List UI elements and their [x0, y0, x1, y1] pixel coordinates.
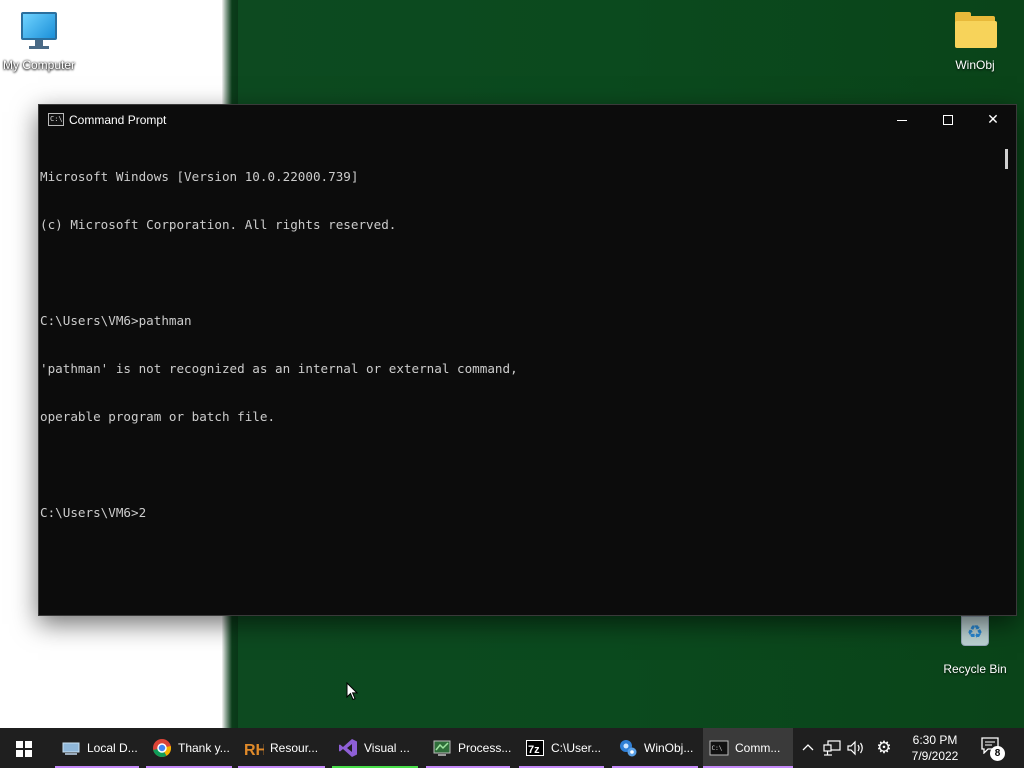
clock-date: 7/9/2022: [911, 749, 959, 763]
network-button[interactable]: [821, 728, 843, 768]
start-button[interactable]: [0, 728, 48, 768]
recycle-bin-icon: ♻: [951, 612, 999, 660]
desktop-icon-winobj[interactable]: WinObj: [937, 8, 1013, 72]
desktop-icon-label: WinObj: [955, 58, 995, 72]
scrollbar-thumb[interactable]: [1005, 149, 1008, 169]
network-icon: [823, 740, 841, 756]
desktop-icon-recycle-bin[interactable]: ♻ Recycle Bin: [937, 612, 1013, 676]
desktop-icon-my-computer[interactable]: My Computer: [1, 8, 77, 72]
taskbar-item-label: Resour...: [270, 741, 319, 755]
console-icon: C:\: [709, 740, 729, 756]
taskbar-item-label: Visual ...: [364, 741, 410, 755]
command-prompt-window[interactable]: C:\ Command Prompt ✕ Microsoft Windows […: [38, 104, 1017, 616]
taskbar-item-local-disk[interactable]: Local D...: [55, 728, 139, 768]
show-hidden-icons-button[interactable]: [798, 728, 818, 768]
console-icon: C:\: [48, 113, 64, 126]
clock-time: 6:30 PM: [912, 733, 958, 747]
minimize-button[interactable]: [879, 105, 925, 135]
notification-count-badge: 8: [990, 746, 1005, 761]
close-icon: ✕: [987, 112, 999, 128]
chevron-up-icon: [802, 744, 814, 751]
desktop-icon-label: My Computer: [2, 58, 76, 72]
taskbar-item-label: Local D...: [87, 741, 138, 755]
console-line: C:\Users\VM6>pathman: [40, 313, 192, 328]
visual-studio-icon: [339, 739, 357, 757]
process-monitor-icon: [433, 740, 451, 756]
console-output[interactable]: Microsoft Windows [Version 10.0.22000.73…: [39, 137, 999, 613]
maximize-icon: [943, 115, 953, 125]
computer-icon: [15, 8, 63, 56]
taskbar-item-chrome[interactable]: Thank y...: [146, 728, 232, 768]
taskbar-item-label: Comm...: [735, 741, 781, 755]
7zip-icon: 7z: [526, 740, 544, 756]
taskbar-item-resource-hacker[interactable]: RH Resour...: [238, 728, 325, 768]
settings-button[interactable]: ⚙: [872, 728, 896, 768]
taskbar-item-7zip[interactable]: 7z C:\User...: [519, 728, 604, 768]
mouse-cursor-icon: [346, 682, 358, 701]
taskbar-item-label: C:\User...: [551, 741, 602, 755]
console-line: (c) Microsoft Corporation. All rights re…: [40, 217, 397, 232]
chrome-icon: [153, 739, 172, 758]
minimize-icon: [897, 119, 907, 121]
taskbar-item-label: Process...: [458, 741, 512, 755]
taskbar-item-label: Thank y...: [178, 741, 230, 755]
volume-icon: [847, 740, 863, 756]
notification-center-button[interactable]: 8: [980, 736, 1006, 761]
settings-icon: ⚙: [876, 738, 892, 758]
taskbar-clock[interactable]: 6:30 PM 7/9/2022: [902, 732, 968, 764]
window-title: Command Prompt: [69, 113, 167, 127]
close-button[interactable]: ✕: [970, 105, 1016, 135]
console-line: Microsoft Windows [Version 10.0.22000.73…: [40, 169, 359, 184]
taskbar: Local D... Thank y... RH Resour... Visua…: [0, 728, 1024, 768]
taskbar-item-visual-studio[interactable]: Visual ...: [332, 728, 418, 768]
taskbar-item-process-monitor[interactable]: Process...: [426, 728, 512, 768]
maximize-button[interactable]: [925, 105, 971, 135]
svg-text:C:\: C:\: [712, 745, 723, 752]
windows-logo-icon: [16, 741, 32, 757]
svg-text:RH: RH: [244, 742, 264, 758]
console-line: 'pathman' is not recognized as an intern…: [40, 361, 518, 376]
desktop-icon-label: Recycle Bin: [943, 662, 1007, 676]
volume-button[interactable]: [845, 728, 867, 768]
resource-hacker-icon: RH: [244, 742, 264, 758]
window-titlebar[interactable]: C:\ Command Prompt ✕: [39, 105, 1016, 135]
folder-icon: [951, 8, 999, 56]
taskbar-item-winobj[interactable]: WinObj...: [612, 728, 698, 768]
svg-text:7z: 7z: [528, 744, 540, 756]
taskbar-item-command-prompt[interactable]: C:\ Comm...: [703, 728, 793, 768]
winobj-icon: [620, 740, 637, 757]
drive-icon: [62, 742, 80, 755]
console-prompt-line[interactable]: C:\Users\VM6>2: [40, 505, 999, 521]
taskbar-item-label: WinObj...: [644, 741, 694, 755]
console-line: operable program or batch file.: [40, 409, 276, 424]
